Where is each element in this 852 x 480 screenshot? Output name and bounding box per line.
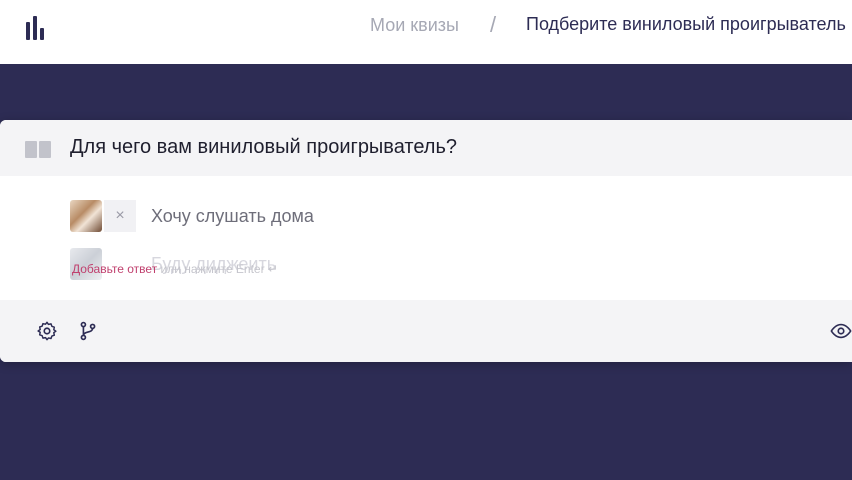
question-header: Для чего вам виниловый проигрыватель? <box>0 120 852 176</box>
gear-icon[interactable] <box>36 320 58 342</box>
question-footer <box>0 300 852 362</box>
logo-icon[interactable] <box>26 16 50 40</box>
question-title[interactable]: Для чего вам виниловый проигрыватель? <box>70 136 457 159</box>
breadcrumb-my-quizzes[interactable]: Мои квизы <box>370 15 459 36</box>
remove-answer-button[interactable]: × <box>104 200 136 232</box>
enter-hint-text: или нажмите Enter ↵ <box>157 262 278 276</box>
answer-label[interactable]: Хочу слушать дома <box>151 206 314 227</box>
question-card: Для чего вам виниловый проигрыватель? × … <box>0 120 852 362</box>
answer-item[interactable]: × Хочу слушать дома <box>70 200 570 234</box>
branch-icon[interactable] <box>77 320 99 342</box>
breadcrumb-current: Подберите виниловый проигрыватель <box>526 14 846 34</box>
add-answer-link[interactable]: Добавьте ответ <box>72 262 157 276</box>
drag-handle-icon[interactable] <box>25 141 51 158</box>
eye-icon[interactable] <box>830 320 852 342</box>
add-answer-hint: Добавьте ответ или нажмите Enter ↵ <box>72 262 278 276</box>
breadcrumb-separator: / <box>490 12 497 37</box>
answer-image[interactable] <box>70 200 102 232</box>
top-bar: Мои квизы / Подберите виниловый проигрыв… <box>0 0 852 64</box>
